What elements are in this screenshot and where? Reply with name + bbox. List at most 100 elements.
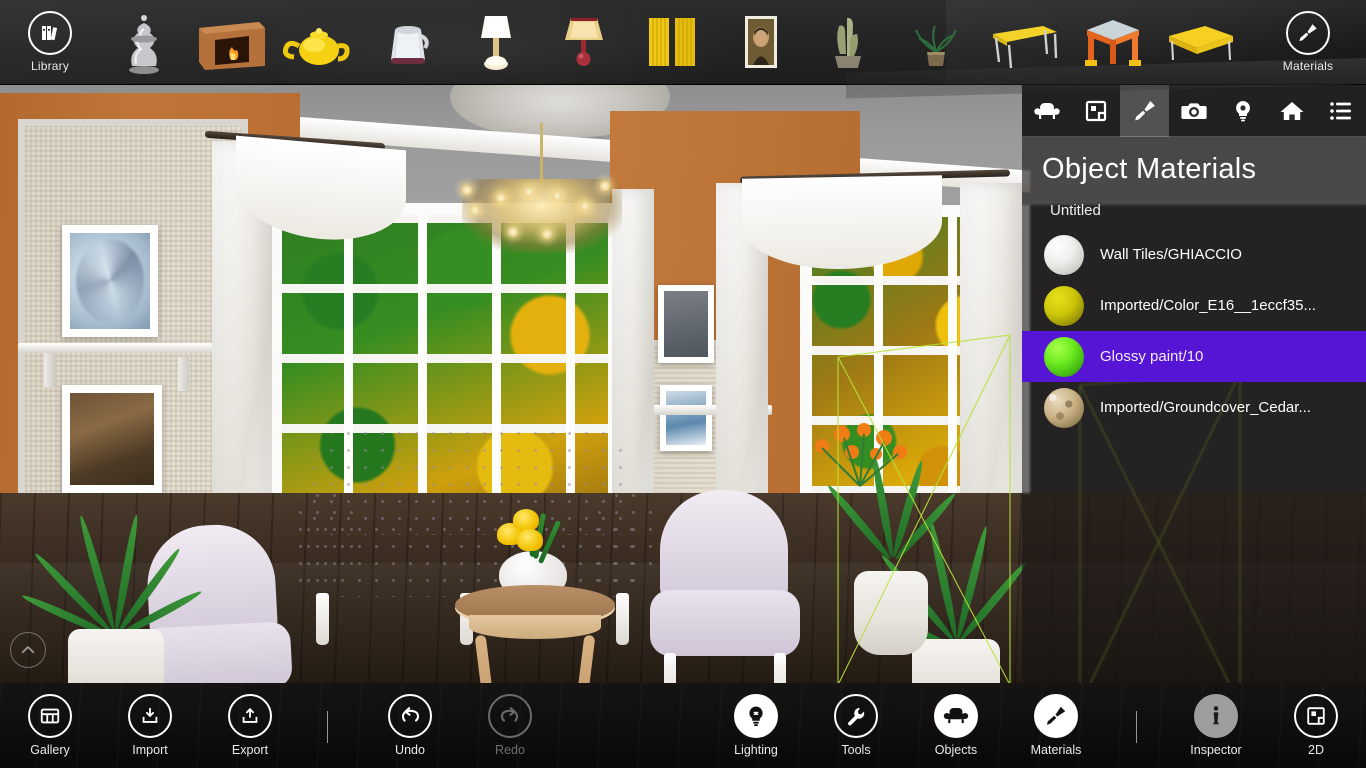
- gallery-grid-icon: [28, 694, 72, 738]
- material-name: Glossy paint/10: [1100, 348, 1204, 365]
- chandelier: [452, 123, 632, 263]
- list-icon: [1329, 100, 1353, 122]
- fireplace-thumbnail: [193, 10, 271, 74]
- tools-button[interactable]: Tools: [806, 683, 906, 768]
- top-toolbar: Library Materials: [0, 0, 1366, 99]
- potted-plant-thumbnail: [897, 10, 975, 74]
- inspector-label: Inspector: [1190, 743, 1242, 757]
- paintbrush-icon: [1286, 11, 1330, 55]
- yellow-curtains-thumbnail: [633, 10, 711, 74]
- redo-arrow-icon: [488, 694, 532, 738]
- toolbar-object-yellow-teapot[interactable]: [276, 0, 364, 85]
- armchair-icon: [934, 694, 978, 738]
- materials-button[interactable]: Materials: [1006, 683, 1106, 768]
- toolbar-object-silver-vase[interactable]: [100, 0, 188, 85]
- panel-tab-materials[interactable]: [1120, 84, 1170, 137]
- yellow-teapot-thumbnail: [281, 10, 359, 74]
- chevron-up-icon: [19, 641, 37, 659]
- toolbar-object-table-lamp[interactable]: [452, 0, 540, 85]
- toolbar-object-white-pitcher[interactable]: [364, 0, 452, 85]
- shelf-bracket-left: [44, 353, 55, 387]
- import-label: Import: [132, 743, 168, 757]
- material-swatch: [1044, 285, 1084, 326]
- wrench-icon: [834, 694, 878, 738]
- undo-button[interactable]: Undo: [360, 683, 460, 768]
- gallery-button[interactable]: Gallery: [0, 683, 100, 768]
- toolbar-object-potted-plant[interactable]: [892, 0, 980, 85]
- material-name: Wall Tiles/GHIACCIO: [1100, 246, 1242, 263]
- panel-tab-list[interactable]: [1317, 85, 1366, 137]
- library-button[interactable]: Library: [0, 0, 100, 85]
- lighting-button[interactable]: Lighting: [706, 683, 806, 768]
- library-books-icon: [28, 11, 72, 55]
- materials-list: Wall Tiles/GHIACCIO Imported/Color_E16__…: [1022, 229, 1366, 433]
- material-name: Imported/Color_E16__1eccf35...: [1100, 297, 1316, 314]
- floorplan-icon: [1294, 694, 1338, 738]
- objects-label: Objects: [934, 743, 978, 757]
- panel-tab-objects[interactable]: [1022, 85, 1071, 137]
- lightbulb-icon: [1232, 99, 1254, 123]
- panel-tab-bar: [1022, 84, 1366, 137]
- armchair-right[interactable]: [650, 490, 800, 683]
- cactus-plant-thumbnail: [809, 10, 887, 74]
- material-list-item-selected[interactable]: Glossy paint/10: [1022, 331, 1366, 382]
- orange-side-table-thumbnail: [1073, 10, 1151, 74]
- toolbar-object-fireplace[interactable]: [188, 0, 276, 85]
- toolbar-separator-right: [1136, 711, 1137, 743]
- materials-toolbar-label: Materials: [1282, 59, 1334, 73]
- artwork-grey: [658, 285, 714, 363]
- export-label: Export: [231, 743, 269, 757]
- silver-vase-thumbnail: [105, 10, 183, 74]
- plant-left[interactable]: [20, 505, 204, 683]
- artwork-brown: [62, 385, 162, 493]
- orange-flowers: [800, 420, 920, 490]
- toolbar-separator-left: [327, 711, 328, 743]
- import-button[interactable]: Import: [100, 683, 200, 768]
- export-button[interactable]: Export: [200, 683, 300, 768]
- download-box-icon: [128, 694, 172, 738]
- toolbar-object-orange-side-table[interactable]: [1068, 0, 1156, 85]
- artwork-blue: [660, 385, 712, 451]
- yellow-flower-2: [513, 509, 539, 531]
- objects-button[interactable]: Objects: [906, 683, 1006, 768]
- toolbar-object-yellow-curtains[interactable]: [628, 0, 716, 85]
- toolbar-object-framed-painting[interactable]: [716, 0, 804, 85]
- 2d-button[interactable]: 2D: [1266, 683, 1366, 768]
- wall-sconce-thumbnail: [545, 10, 623, 74]
- material-swatch: [1044, 336, 1084, 377]
- application-window: Library Materials Object Materials Untit…: [0, 0, 1366, 768]
- material-list-item[interactable]: Imported/Groundcover_Cedar...: [1022, 382, 1366, 433]
- panel-tab-lighting[interactable]: [1219, 85, 1268, 137]
- material-list-item[interactable]: Imported/Color_E16__1eccf35...: [1022, 280, 1366, 331]
- paintbrush-icon: [1132, 98, 1158, 124]
- toolbar-object-yellow-coffee-table[interactable]: [1156, 0, 1244, 85]
- undo-arrow-icon: [388, 694, 432, 738]
- toolbar-object-cactus-plant[interactable]: [804, 0, 892, 85]
- paintbrush-icon: [1034, 694, 1078, 738]
- panel-tab-camera[interactable]: [1169, 85, 1218, 137]
- camera-icon: [1181, 99, 1207, 123]
- home-icon: [1279, 99, 1305, 123]
- library-label: Library: [30, 59, 70, 73]
- material-list-item[interactable]: Wall Tiles/GHIACCIO: [1022, 229, 1366, 280]
- gallery-label: Gallery: [30, 743, 70, 757]
- floorplan-icon: [1084, 99, 1108, 123]
- panel-title: Object Materials: [1042, 153, 1257, 185]
- redo-label: Redo: [495, 743, 525, 757]
- 2d-label: 2D: [1308, 743, 1324, 757]
- panel-tab-floorplan[interactable]: [1071, 85, 1120, 137]
- toolbar-object-yellow-table[interactable]: [980, 0, 1068, 85]
- coffee-table[interactable]: [455, 509, 615, 683]
- viewport-collapse-button[interactable]: [10, 632, 46, 668]
- bottom-toolbar: Gallery Import Export Undo Redo Lighting…: [0, 683, 1366, 768]
- yellow-flower-3: [517, 529, 543, 551]
- lightbulb-icon: [734, 694, 778, 738]
- toolbar-object-wall-sconce[interactable]: [540, 0, 628, 85]
- yellow-coffee-table-thumbnail: [1161, 10, 1239, 74]
- upload-box-icon: [228, 694, 272, 738]
- inspector-button[interactable]: Inspector: [1166, 683, 1266, 768]
- redo-button[interactable]: Redo: [460, 683, 560, 768]
- materials-toolbar-button[interactable]: Materials: [1258, 0, 1358, 85]
- table-lamp-thumbnail: [457, 10, 535, 74]
- panel-tab-home[interactable]: [1268, 85, 1317, 137]
